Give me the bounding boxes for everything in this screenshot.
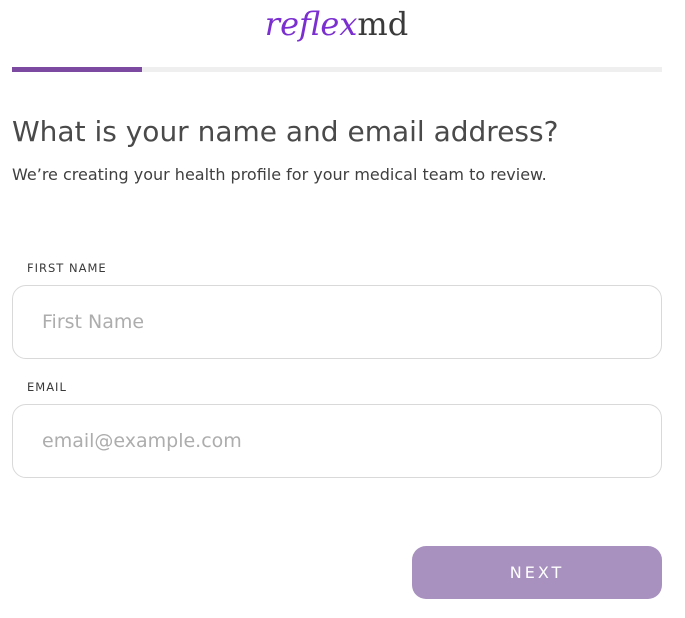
next-button[interactable]: NEXT bbox=[412, 546, 662, 599]
page-subtitle: We’re creating your health profile for y… bbox=[12, 165, 547, 184]
progress-bar-fill bbox=[12, 67, 142, 72]
first-name-label: FIRST NAME bbox=[27, 261, 107, 275]
logo-reflex: reflex bbox=[264, 5, 358, 43]
progress-bar bbox=[12, 67, 662, 72]
email-label: EMAIL bbox=[27, 380, 67, 394]
logo-md: md bbox=[357, 5, 409, 43]
logo: reflexmd bbox=[0, 2, 673, 46]
page-title: What is your name and email address? bbox=[12, 115, 559, 148]
first-name-input[interactable] bbox=[12, 285, 662, 359]
email-input[interactable] bbox=[12, 404, 662, 478]
